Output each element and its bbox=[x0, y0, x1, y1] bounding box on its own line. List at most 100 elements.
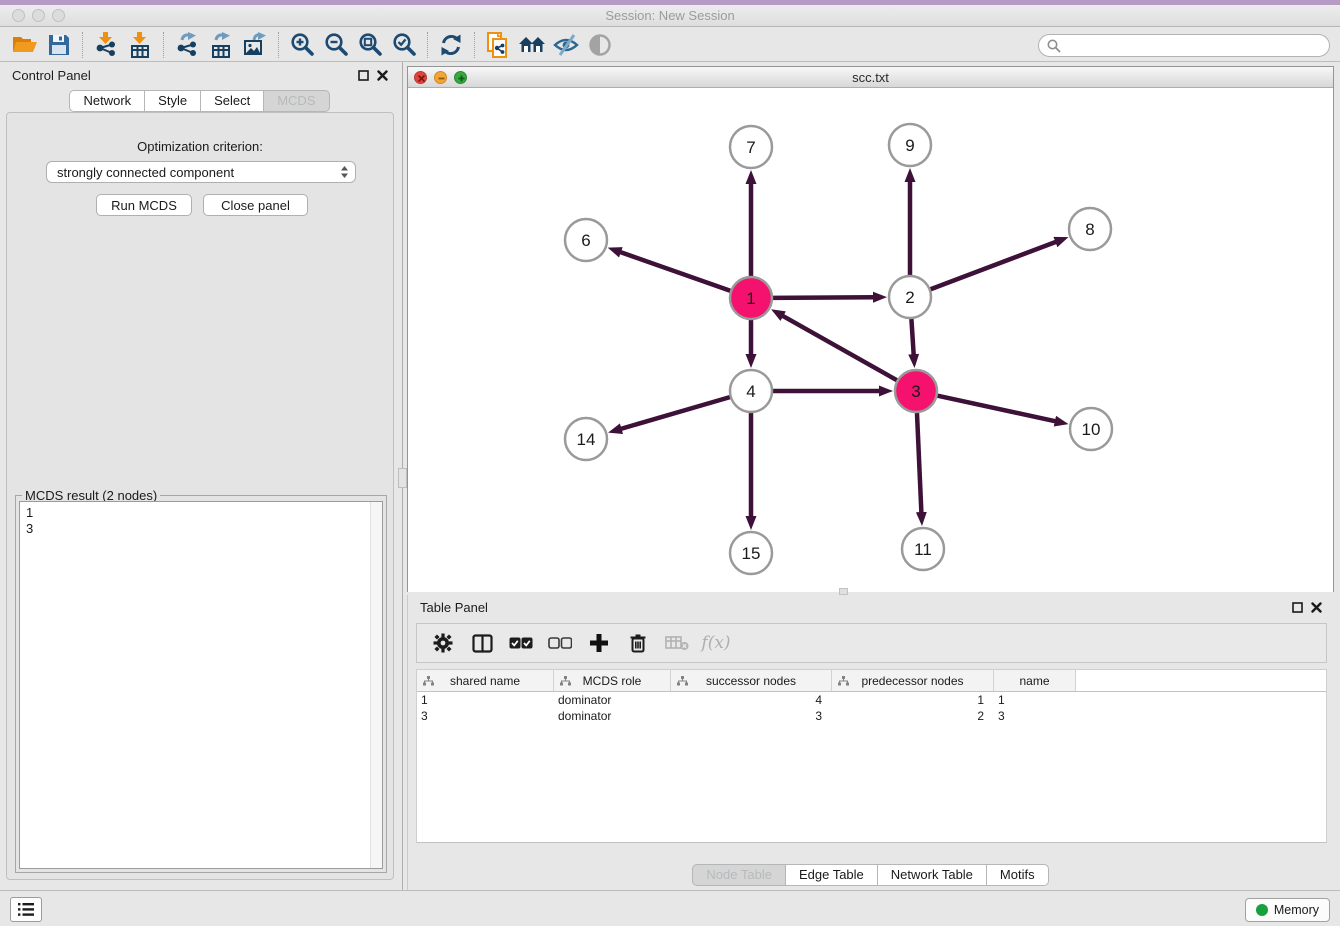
edge-1-6[interactable] bbox=[619, 252, 730, 291]
graph-edges[interactable] bbox=[619, 180, 1057, 518]
run-mcds-button[interactable]: Run MCDS bbox=[96, 194, 192, 216]
edge-3-11[interactable] bbox=[917, 413, 921, 514]
table-panel-tabs: Node TableEdge TableNetwork TableMotifs bbox=[408, 864, 1334, 886]
node-table[interactable]: shared nameMCDS rolesuccessor nodesprede… bbox=[416, 669, 1327, 843]
criterion-dropdown[interactable]: strongly connected component bbox=[46, 161, 356, 183]
node-label-6: 6 bbox=[581, 231, 590, 250]
zoom-fit-icon[interactable] bbox=[353, 30, 387, 60]
tab-motifs[interactable]: Motifs bbox=[986, 864, 1049, 886]
function-builder-icon-disabled: f(x) bbox=[704, 631, 728, 655]
table-row[interactable]: 3dominator323 bbox=[417, 708, 1326, 724]
column-header-successor-nodes[interactable]: successor nodes bbox=[671, 670, 832, 691]
cell-name[interactable]: 3 bbox=[994, 709, 1076, 723]
cell-shared-name[interactable]: 1 bbox=[417, 693, 554, 707]
show-column-panel-icon[interactable] bbox=[470, 631, 494, 655]
zoom-in-icon[interactable] bbox=[285, 30, 319, 60]
float-panel-icon[interactable] bbox=[358, 70, 369, 81]
edge-1-2[interactable] bbox=[773, 297, 875, 298]
vertical-splitter-handle[interactable] bbox=[398, 468, 407, 488]
node-label-14: 14 bbox=[577, 430, 596, 449]
memory-button[interactable]: Memory bbox=[1245, 898, 1330, 922]
hide-selected-icon[interactable] bbox=[549, 30, 583, 60]
mcds-result-list[interactable]: 13 bbox=[19, 501, 383, 869]
titlebar-accent-strip bbox=[0, 0, 1340, 5]
refresh-icon[interactable] bbox=[434, 30, 468, 60]
cell-predecessor-nodes[interactable]: 2 bbox=[832, 709, 994, 723]
create-column-plus-icon[interactable] bbox=[587, 631, 611, 655]
result-scrollbar[interactable] bbox=[370, 502, 382, 868]
column-header-MCDS-role[interactable]: MCDS role bbox=[554, 670, 671, 691]
select-all-columns-icon[interactable] bbox=[509, 631, 533, 655]
show-all-icon bbox=[583, 30, 617, 60]
main-titlebar: Session: New Session bbox=[0, 0, 1340, 27]
cell-successor-nodes[interactable]: 3 bbox=[671, 709, 832, 723]
close-panel-icon[interactable] bbox=[377, 70, 388, 81]
search-input[interactable] bbox=[1065, 39, 1329, 53]
cell-MCDS-role[interactable]: dominator bbox=[554, 709, 671, 723]
node-label-1: 1 bbox=[746, 289, 755, 308]
first-neighbors-icon[interactable] bbox=[515, 30, 549, 60]
control-panel-title: Control Panel bbox=[12, 68, 91, 83]
toolbar-separator bbox=[82, 32, 83, 58]
chevron-up-down-icon bbox=[340, 165, 349, 179]
edge-4-14[interactable] bbox=[620, 397, 730, 429]
tab-mcds[interactable]: MCDS bbox=[263, 90, 329, 112]
network-canvas[interactable]: 7968124314101511 bbox=[408, 89, 1333, 592]
edge-3-1[interactable] bbox=[781, 315, 896, 380]
deselect-all-columns-icon[interactable] bbox=[548, 631, 572, 655]
node-label-2: 2 bbox=[905, 288, 914, 307]
table-toolbar: f(x) bbox=[416, 623, 1327, 663]
cell-predecessor-nodes[interactable]: 1 bbox=[832, 693, 994, 707]
close-panel-button[interactable]: Close panel bbox=[203, 194, 308, 216]
tab-edge-table[interactable]: Edge Table bbox=[785, 864, 878, 886]
search-field[interactable] bbox=[1038, 34, 1330, 57]
optimization-criterion-label: Optimization criterion: bbox=[7, 139, 393, 154]
delete-column-trash-icon[interactable] bbox=[626, 631, 650, 655]
table-row[interactable]: 1dominator411 bbox=[417, 692, 1326, 708]
column-header-shared-name[interactable]: shared name bbox=[417, 670, 554, 691]
table-settings-gear-icon[interactable] bbox=[431, 631, 455, 655]
zoom-out-icon[interactable] bbox=[319, 30, 353, 60]
float-table-panel-icon[interactable] bbox=[1292, 602, 1303, 613]
cell-successor-nodes[interactable]: 4 bbox=[671, 693, 832, 707]
edge-2-8[interactable] bbox=[931, 241, 1058, 289]
horizontal-splitter-handle[interactable] bbox=[839, 588, 848, 595]
window-title: Session: New Session bbox=[0, 8, 1340, 23]
import-table-icon[interactable] bbox=[123, 30, 157, 60]
column-header-name[interactable]: name bbox=[994, 670, 1076, 691]
clear-table-icon-disabled bbox=[665, 631, 689, 655]
cell-MCDS-role[interactable]: dominator bbox=[554, 693, 671, 707]
save-icon[interactable] bbox=[42, 30, 76, 60]
export-image-icon[interactable] bbox=[238, 30, 272, 60]
tab-style[interactable]: Style bbox=[144, 90, 201, 112]
main-toolbar bbox=[0, 28, 1340, 62]
new-network-from-selection-icon[interactable] bbox=[481, 30, 515, 60]
task-history-button[interactable] bbox=[10, 897, 42, 922]
column-header-predecessor-nodes[interactable]: predecessor nodes bbox=[832, 670, 994, 691]
node-label-7: 7 bbox=[746, 138, 755, 157]
tab-select[interactable]: Select bbox=[200, 90, 264, 112]
table-panel-title: Table Panel bbox=[420, 600, 488, 615]
edge-3-10[interactable] bbox=[937, 396, 1056, 422]
tab-network[interactable]: Network bbox=[69, 90, 145, 112]
edge-2-3[interactable] bbox=[911, 319, 913, 356]
cell-shared-name[interactable]: 3 bbox=[417, 709, 554, 723]
control-panel: Control Panel NetworkStyleSelectMCDS Opt… bbox=[0, 62, 400, 890]
open-file-icon[interactable] bbox=[8, 30, 42, 60]
import-network-icon[interactable] bbox=[89, 30, 123, 60]
close-table-panel-icon[interactable] bbox=[1311, 602, 1322, 613]
node-label-8: 8 bbox=[1085, 220, 1094, 239]
export-network-icon[interactable] bbox=[170, 30, 204, 60]
memory-status-dot bbox=[1256, 904, 1268, 916]
zoom-selected-icon[interactable] bbox=[387, 30, 421, 60]
table-header-row: shared nameMCDS rolesuccessor nodesprede… bbox=[417, 670, 1326, 692]
network-window-titlebar[interactable]: scc.txt bbox=[408, 67, 1333, 88]
export-table-icon[interactable] bbox=[204, 30, 238, 60]
toolbar-separator bbox=[278, 32, 279, 58]
node-label-3: 3 bbox=[911, 382, 920, 401]
tab-node-table[interactable]: Node Table bbox=[692, 864, 786, 886]
tab-network-table[interactable]: Network Table bbox=[877, 864, 987, 886]
network-view-window: scc.txt 7968124314101511 bbox=[407, 66, 1334, 592]
search-icon bbox=[1047, 39, 1061, 53]
cell-name[interactable]: 1 bbox=[994, 693, 1076, 707]
